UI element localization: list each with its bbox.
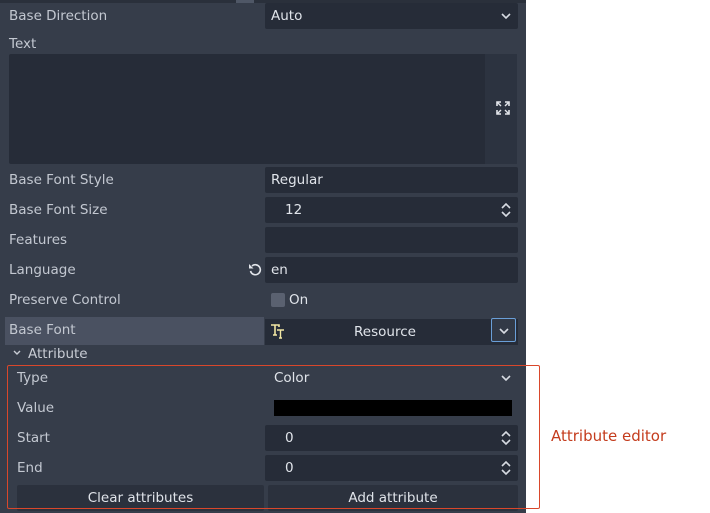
features-field[interactable] <box>265 227 518 253</box>
base-font-label: Base Font <box>9 322 76 338</box>
preserve-control-toggle[interactable]: On <box>265 287 518 313</box>
language-label: Language <box>9 262 76 278</box>
base-font-dropdown-button[interactable] <box>491 318 516 342</box>
language-value: en <box>271 262 288 278</box>
base-font-style-label: Base Font Style <box>9 172 114 188</box>
base-font-value: Resource <box>354 324 416 340</box>
base-font-size-value: 12 <box>285 202 303 218</box>
base-font-style-value: Regular <box>271 172 323 188</box>
base-font-size-row: Base Font Size 12 <box>5 195 518 225</box>
base-font-style-field[interactable]: Regular <box>265 167 518 193</box>
base-direction-label: Base Direction <box>9 8 108 24</box>
checkbox[interactable] <box>271 293 285 307</box>
language-row: Language en <box>5 255 518 285</box>
annotation-label: Attribute editor <box>551 427 667 445</box>
chevron-down-icon <box>499 328 509 335</box>
collapse-arrow-icon <box>13 350 21 355</box>
base-font-size-spinbox[interactable]: 12 <box>265 197 518 223</box>
preserve-control-row: Preserve Control On <box>5 285 518 315</box>
preserve-control-label: Preserve Control <box>9 292 121 308</box>
text-area-side-panel <box>485 54 517 164</box>
annotation-box <box>7 365 540 509</box>
preserve-control-value: On <box>289 292 309 308</box>
language-field[interactable]: en <box>265 257 518 283</box>
base-font-style-row: Base Font Style Regular <box>5 165 518 195</box>
base-direction-value: Auto <box>271 8 303 24</box>
features-row: Features <box>5 225 518 255</box>
revert-icon[interactable] <box>248 263 262 277</box>
chevron-down-icon <box>501 13 511 20</box>
base-font-size-label: Base Font Size <box>9 202 108 218</box>
base-font-resource-field[interactable]: Resource <box>265 319 518 345</box>
base-direction-row: Base Direction Auto <box>5 1 518 31</box>
base-direction-dropdown[interactable]: Auto <box>265 3 518 29</box>
text-area[interactable] <box>9 54 517 164</box>
expand-icon[interactable] <box>496 101 510 115</box>
attribute-section-title: Attribute <box>28 346 88 362</box>
spinner-arrows-icon[interactable] <box>500 202 512 218</box>
features-label: Features <box>9 232 68 248</box>
